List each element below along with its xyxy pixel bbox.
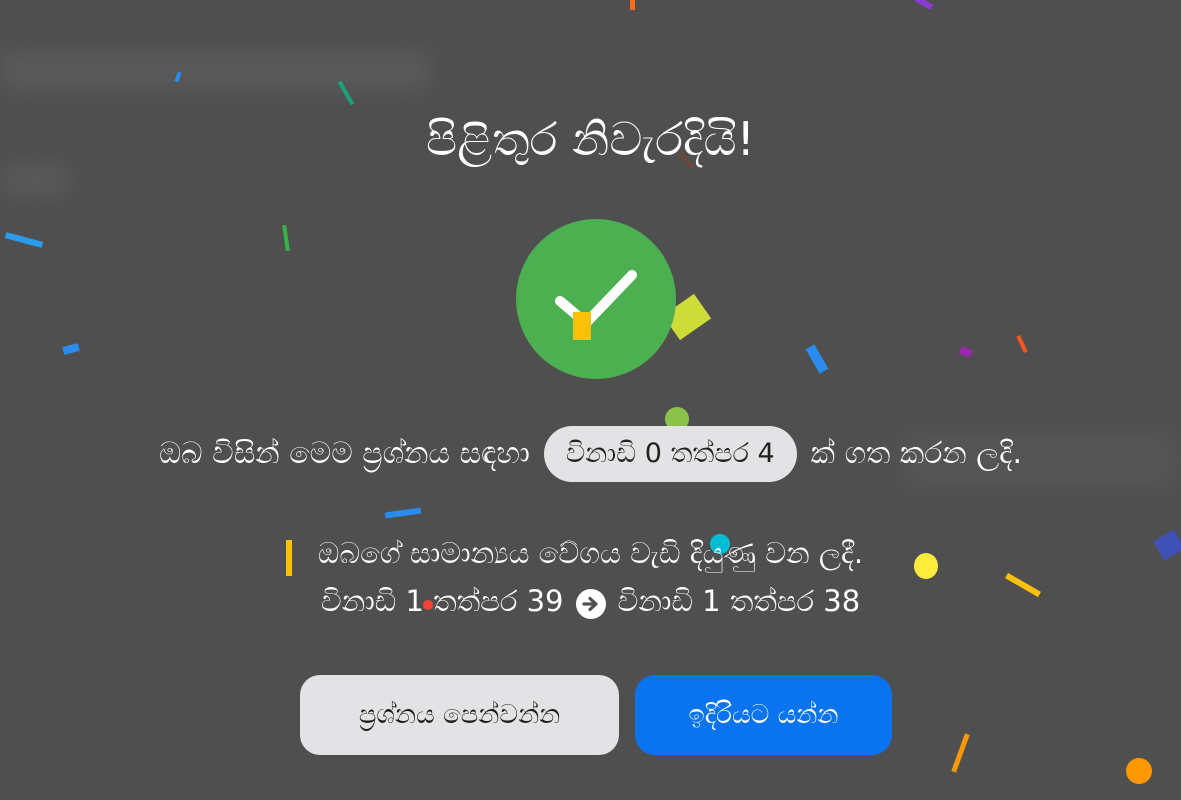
show-question-button[interactable]: ප්‍රශ්නය පෙන්වන්න [300,675,619,755]
time-taken-prefix: ඔබ විසින් මෙම ප්‍රශ්නය සඳහා [158,436,530,471]
arrow-right-circle-icon [575,586,606,619]
blurred-heading [0,50,430,90]
confetti-piece [630,0,635,10]
next-button[interactable]: ඉදිරියට යන්න [635,675,892,755]
result-modal-backdrop: පිළිතුර නිවැරදියි! ඔබ විසින් මෙම ප්‍රශ්න… [0,0,1181,800]
confetti-piece [1126,758,1152,784]
previous-average: විනාඩි 1 තත්පර 39 [320,584,564,618]
time-taken-badge: විනාඩි 0 තත්පර 4 [543,426,797,482]
result-title: පිළිතුර නිවැරදියි! [426,112,755,166]
time-taken-suffix: ක් ගත කරන ලදි. [810,436,1023,471]
speed-message: ඔබගේ සාමාන්‍යය වේගය වැඩි දියුණු වන ලදී. [317,536,864,570]
new-average: විනාඩි 1 තත්පර 38 [617,584,861,618]
check-circle-icon [516,219,676,379]
time-taken-line: ඔබ විසින් මෙම ප්‍රශ්නය සඳහා විනාඩි 0 තත්… [0,426,1181,482]
average-comparison: විනාඩි 1 තත්පර 39 විනාඩි 1 තත්පර 38 [0,578,1181,624]
